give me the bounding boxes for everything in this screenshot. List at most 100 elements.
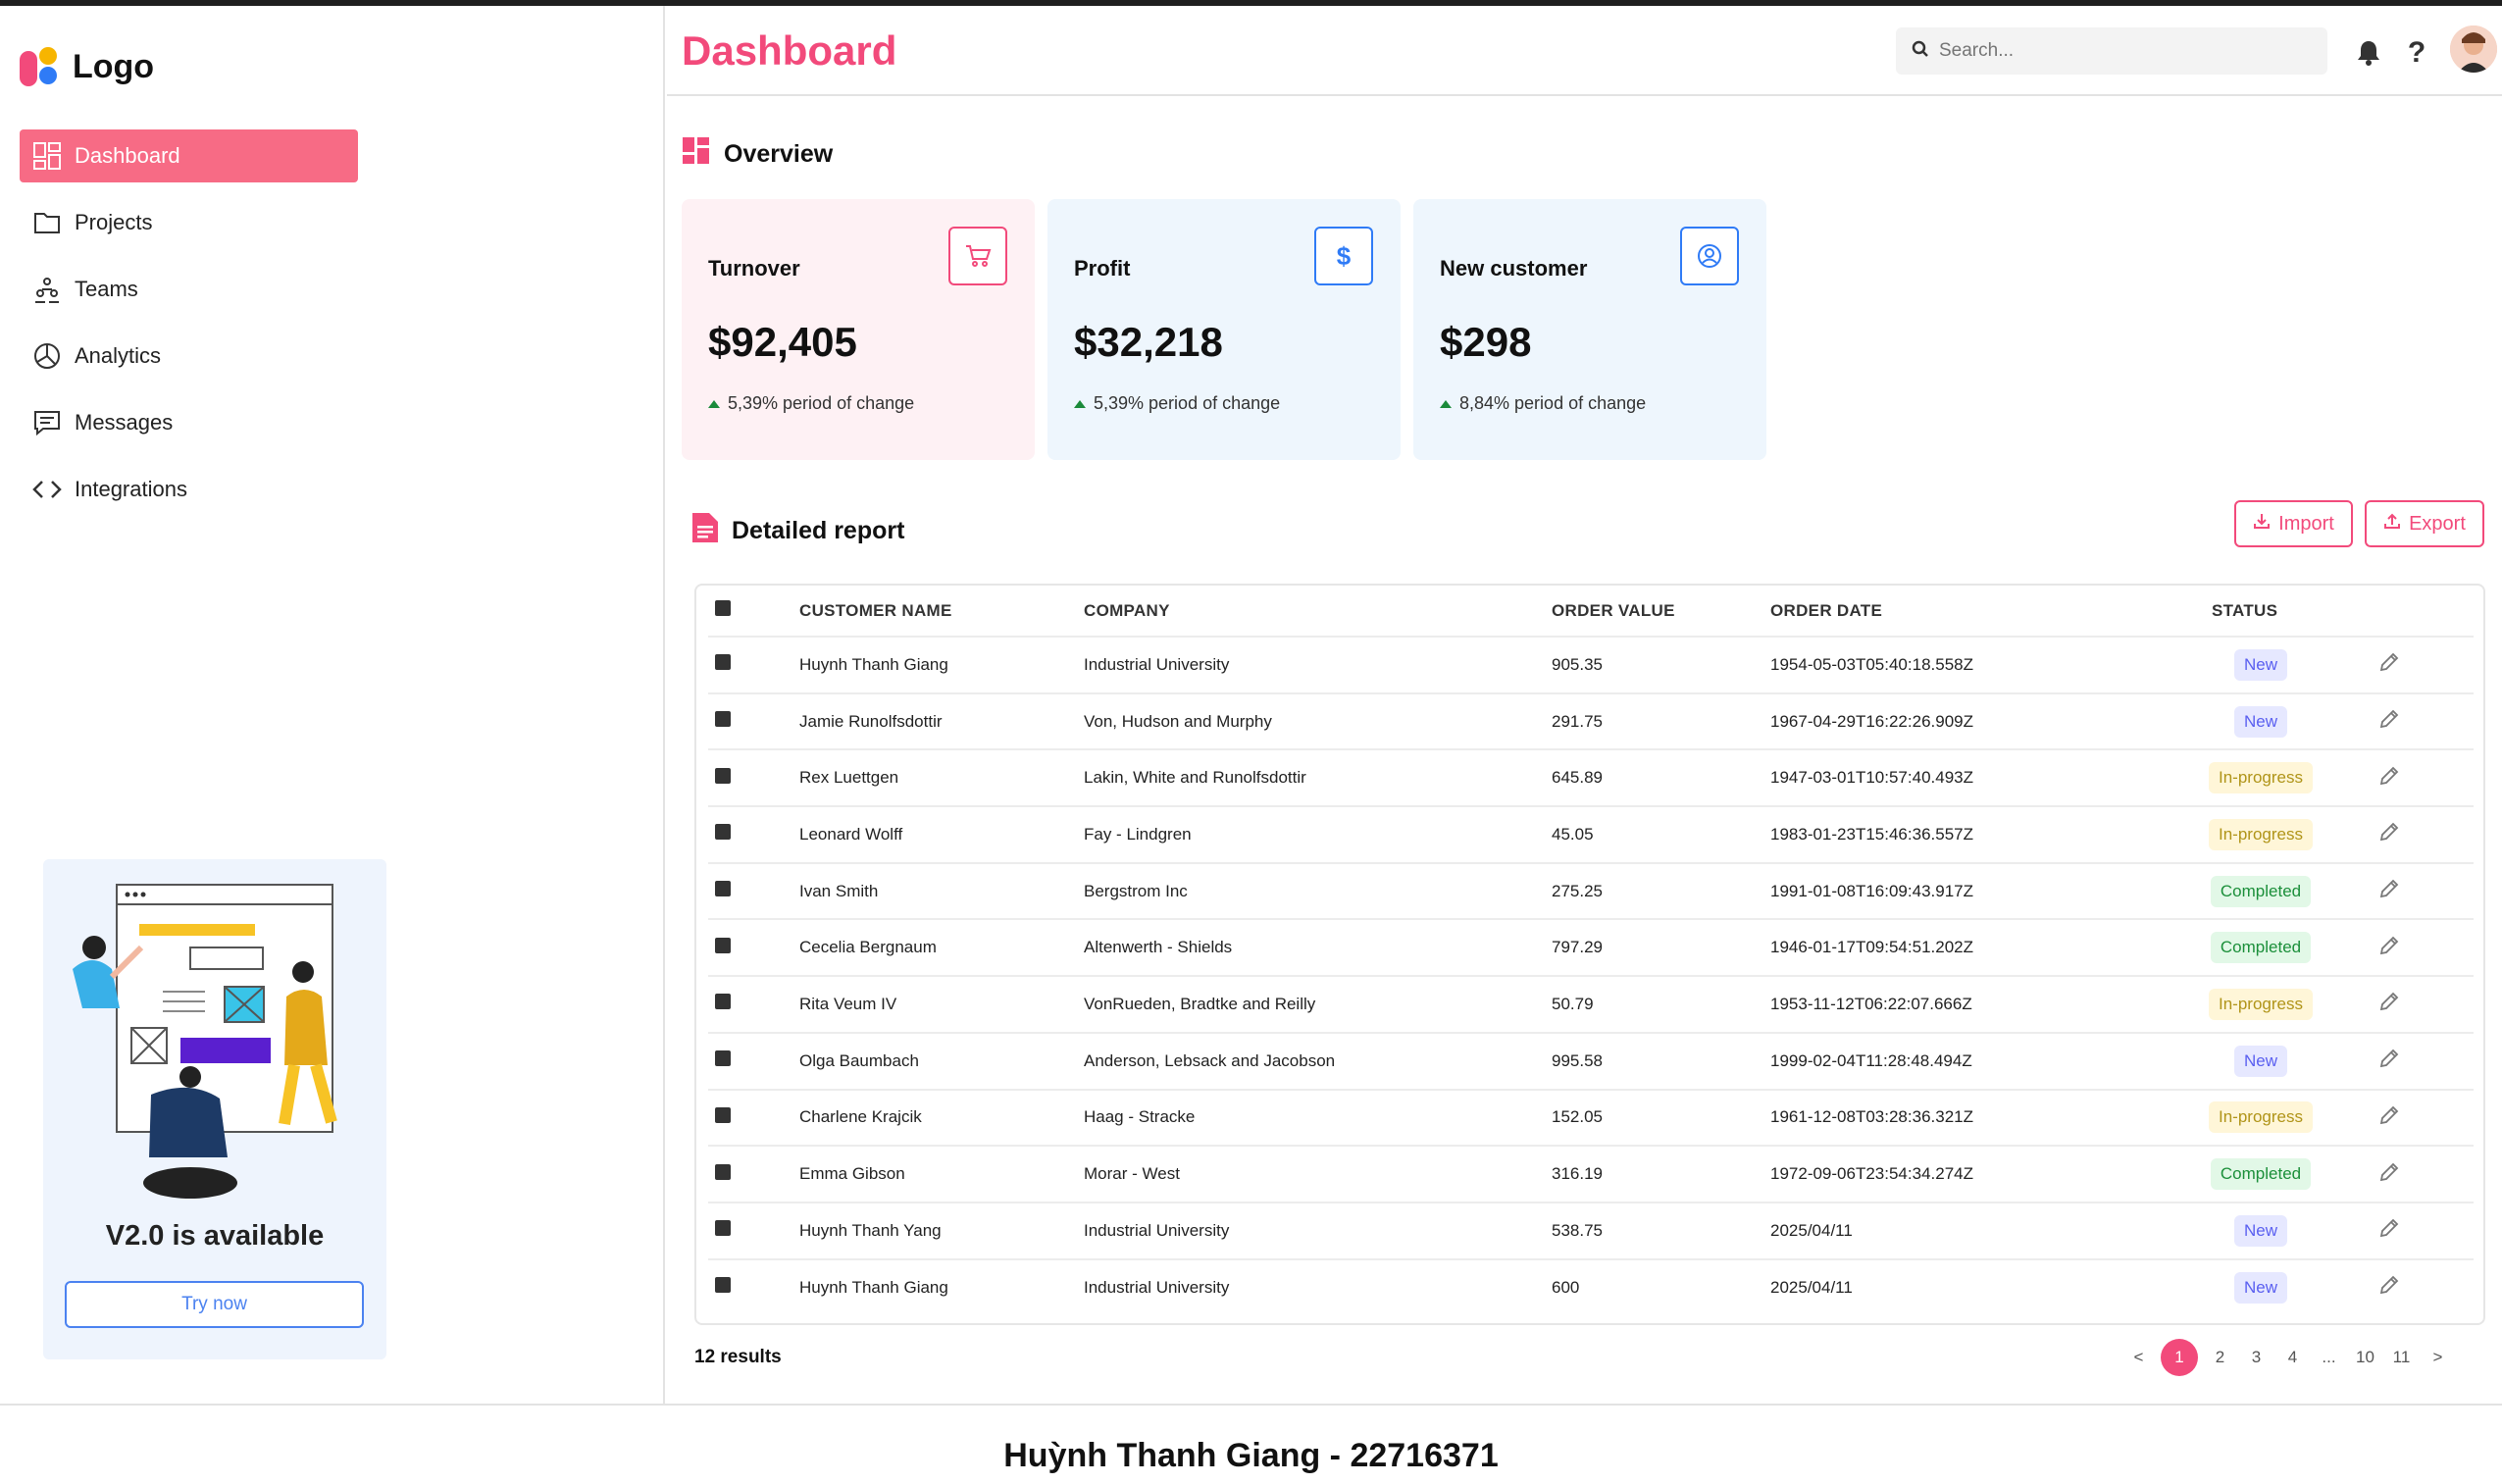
- row-checkbox[interactable]: [715, 654, 731, 671]
- trend-up-icon: [1074, 399, 1086, 408]
- table-body: Huynh Thanh Giang Industrial University 90…: [708, 636, 2474, 1316]
- col-actions: [2349, 586, 2474, 637]
- row-checkbox[interactable]: [715, 881, 731, 897]
- edit-icon[interactable]: [2378, 1161, 2400, 1183]
- status-cell: New: [2172, 636, 2349, 693]
- row-checkbox[interactable]: [715, 711, 731, 728]
- bell-icon[interactable]: [2351, 35, 2386, 71]
- page-1[interactable]: 1: [2161, 1339, 2198, 1376]
- avatar[interactable]: [2450, 26, 2497, 73]
- table-row[interactable]: Emma Gibson Morar - West 316.19 1972-09-06T…: [708, 1145, 2474, 1203]
- sidebar-item-label: Messages: [75, 410, 174, 435]
- search-input[interactable]: [1939, 40, 2312, 62]
- table-row[interactable]: Huynh Thanh Giang Industrial University 60…: [708, 1257, 2474, 1316]
- report-heading: Detailed report: [692, 513, 904, 549]
- row-select-cell: [708, 1088, 799, 1147]
- order-date-cell: 1991-01-08T16:09:43.917Z: [1770, 861, 2172, 920]
- overview-icon: [683, 137, 710, 172]
- table-row[interactable]: Olga Baumbach Anderson, Lebsack and Jacob…: [708, 1031, 2474, 1090]
- row-checkbox[interactable]: [715, 767, 731, 784]
- select-all-checkbox[interactable]: [715, 600, 731, 616]
- edit-icon[interactable]: [2378, 1217, 2400, 1239]
- user-circle-icon[interactable]: [1680, 227, 1739, 285]
- table-row[interactable]: Rex Luettgen Lakin, White and Runolfsdott…: [708, 748, 2474, 807]
- table-row[interactable]: Huynh Thanh Yang Industrial University 538…: [708, 1201, 2474, 1259]
- page-10[interactable]: 10: [2347, 1339, 2383, 1376]
- company-cell: Industrial University: [1084, 1257, 1552, 1316]
- logo-icon: [20, 45, 63, 88]
- row-checkbox[interactable]: [715, 994, 731, 1010]
- col-customer-name[interactable]: CUSTOMER NAME: [799, 586, 1084, 637]
- table-row[interactable]: Ivan Smith Bergstrom Inc 275.25 1991-01-08T…: [708, 861, 2474, 920]
- dollar-icon[interactable]: $: [1314, 227, 1373, 285]
- row-checkbox[interactable]: [715, 937, 731, 953]
- customer-name-cell: Huynh Thanh Yang: [799, 1201, 1084, 1259]
- next-page-button[interactable]: >: [2420, 1339, 2456, 1376]
- sidebar-item-analytics[interactable]: Analytics: [20, 330, 358, 383]
- row-checkbox[interactable]: [715, 1106, 731, 1123]
- edit-icon[interactable]: [2378, 1274, 2400, 1296]
- edit-icon[interactable]: [2378, 878, 2400, 899]
- logo-text: Logo: [73, 47, 155, 85]
- order-value-cell: 538.75: [1552, 1201, 1770, 1259]
- company-cell: Industrial University: [1084, 636, 1552, 693]
- table-row[interactable]: Leonard Wolff Fay - Lindgren 45.05 1983-01-…: [708, 805, 2474, 863]
- status-cell: In-progress: [2172, 1088, 2349, 1147]
- table-row[interactable]: Jamie Runolfsdottir Von, Hudson and Murph…: [708, 691, 2474, 750]
- row-checkbox[interactable]: [715, 1050, 731, 1067]
- cart-icon[interactable]: [948, 227, 1007, 285]
- sidebar-item-dashboard[interactable]: Dashboard: [20, 129, 358, 182]
- promo-illustration: [73, 884, 337, 1199]
- pagination: <1 2 3 4... 10 11 >: [2120, 1339, 2456, 1376]
- col-order-date[interactable]: ORDER DATE: [1770, 586, 2172, 637]
- edit-icon[interactable]: [2378, 991, 2400, 1012]
- customer-name-cell: Jamie Runolfsdottir: [799, 691, 1084, 750]
- table-row[interactable]: Huynh Thanh Giang Industrial University 90…: [708, 636, 2474, 693]
- row-checkbox[interactable]: [715, 824, 731, 841]
- col-order-value[interactable]: ORDER VALUE: [1552, 586, 1770, 637]
- edit-icon[interactable]: [2378, 1048, 2400, 1069]
- actions-cell: [2349, 861, 2474, 920]
- folder-icon: [31, 207, 63, 238]
- edit-icon[interactable]: [2378, 821, 2400, 843]
- edit-icon[interactable]: [2378, 765, 2400, 787]
- trend-up-icon: [1440, 399, 1452, 408]
- col-status[interactable]: STATUS: [2172, 586, 2349, 637]
- edit-icon[interactable]: [2378, 708, 2400, 730]
- logo[interactable]: Logo: [20, 45, 154, 88]
- sidebar-item-integrations[interactable]: Integrations: [20, 463, 358, 516]
- order-date-cell: 1983-01-23T15:46:36.557Z: [1770, 805, 2172, 863]
- status-cell: New: [2172, 691, 2349, 750]
- page-3[interactable]: 3: [2238, 1339, 2274, 1376]
- try-now-button[interactable]: Try now: [65, 1281, 364, 1328]
- order-date-cell: 1947-03-01T10:57:40.493Z: [1770, 748, 2172, 807]
- order-date-cell: 1967-04-29T16:22:26.909Z: [1770, 691, 2172, 750]
- sidebar-item-projects[interactable]: Projects: [20, 196, 358, 249]
- export-button[interactable]: Export: [2365, 500, 2484, 547]
- sidebar-item-teams[interactable]: Teams: [20, 263, 358, 316]
- sidebar-item-messages[interactable]: Messages: [20, 396, 358, 449]
- prev-page-button[interactable]: <: [2120, 1339, 2157, 1376]
- page-11[interactable]: 11: [2383, 1339, 2420, 1376]
- page-4[interactable]: 4: [2274, 1339, 2311, 1376]
- row-checkbox[interactable]: [715, 1220, 731, 1237]
- row-checkbox[interactable]: [715, 1277, 731, 1294]
- import-button[interactable]: Import: [2234, 500, 2353, 547]
- table-row[interactable]: Cecelia Bergnaum Altenwerth - Shields 797.…: [708, 918, 2474, 977]
- row-checkbox[interactable]: [715, 1163, 731, 1180]
- company-cell: Bergstrom Inc: [1084, 861, 1552, 920]
- page-2[interactable]: 2: [2202, 1339, 2238, 1376]
- col-company[interactable]: COMPANY: [1084, 586, 1552, 637]
- card-label: Profit: [1074, 256, 1131, 281]
- new-customer-card: New customer $298 8,84% period of change: [1413, 199, 1766, 460]
- help-icon[interactable]: ?: [2399, 35, 2434, 71]
- table-row[interactable]: Charlene Krajcik Haag - Stracke 152.05 1961…: [708, 1088, 2474, 1147]
- footer: Huỳnh Thanh Giang - 22716371: [0, 1404, 2502, 1484]
- edit-icon[interactable]: [2378, 651, 2400, 673]
- edit-icon[interactable]: [2378, 935, 2400, 956]
- search-box[interactable]: [1896, 27, 2327, 75]
- table-row[interactable]: Rita Veum IV VonRueden, Bradtke and Reill…: [708, 975, 2474, 1033]
- card-label: Turnover: [708, 256, 800, 281]
- edit-icon[interactable]: [2378, 1104, 2400, 1126]
- card-change: 8,84% period of change: [1440, 393, 1646, 414]
